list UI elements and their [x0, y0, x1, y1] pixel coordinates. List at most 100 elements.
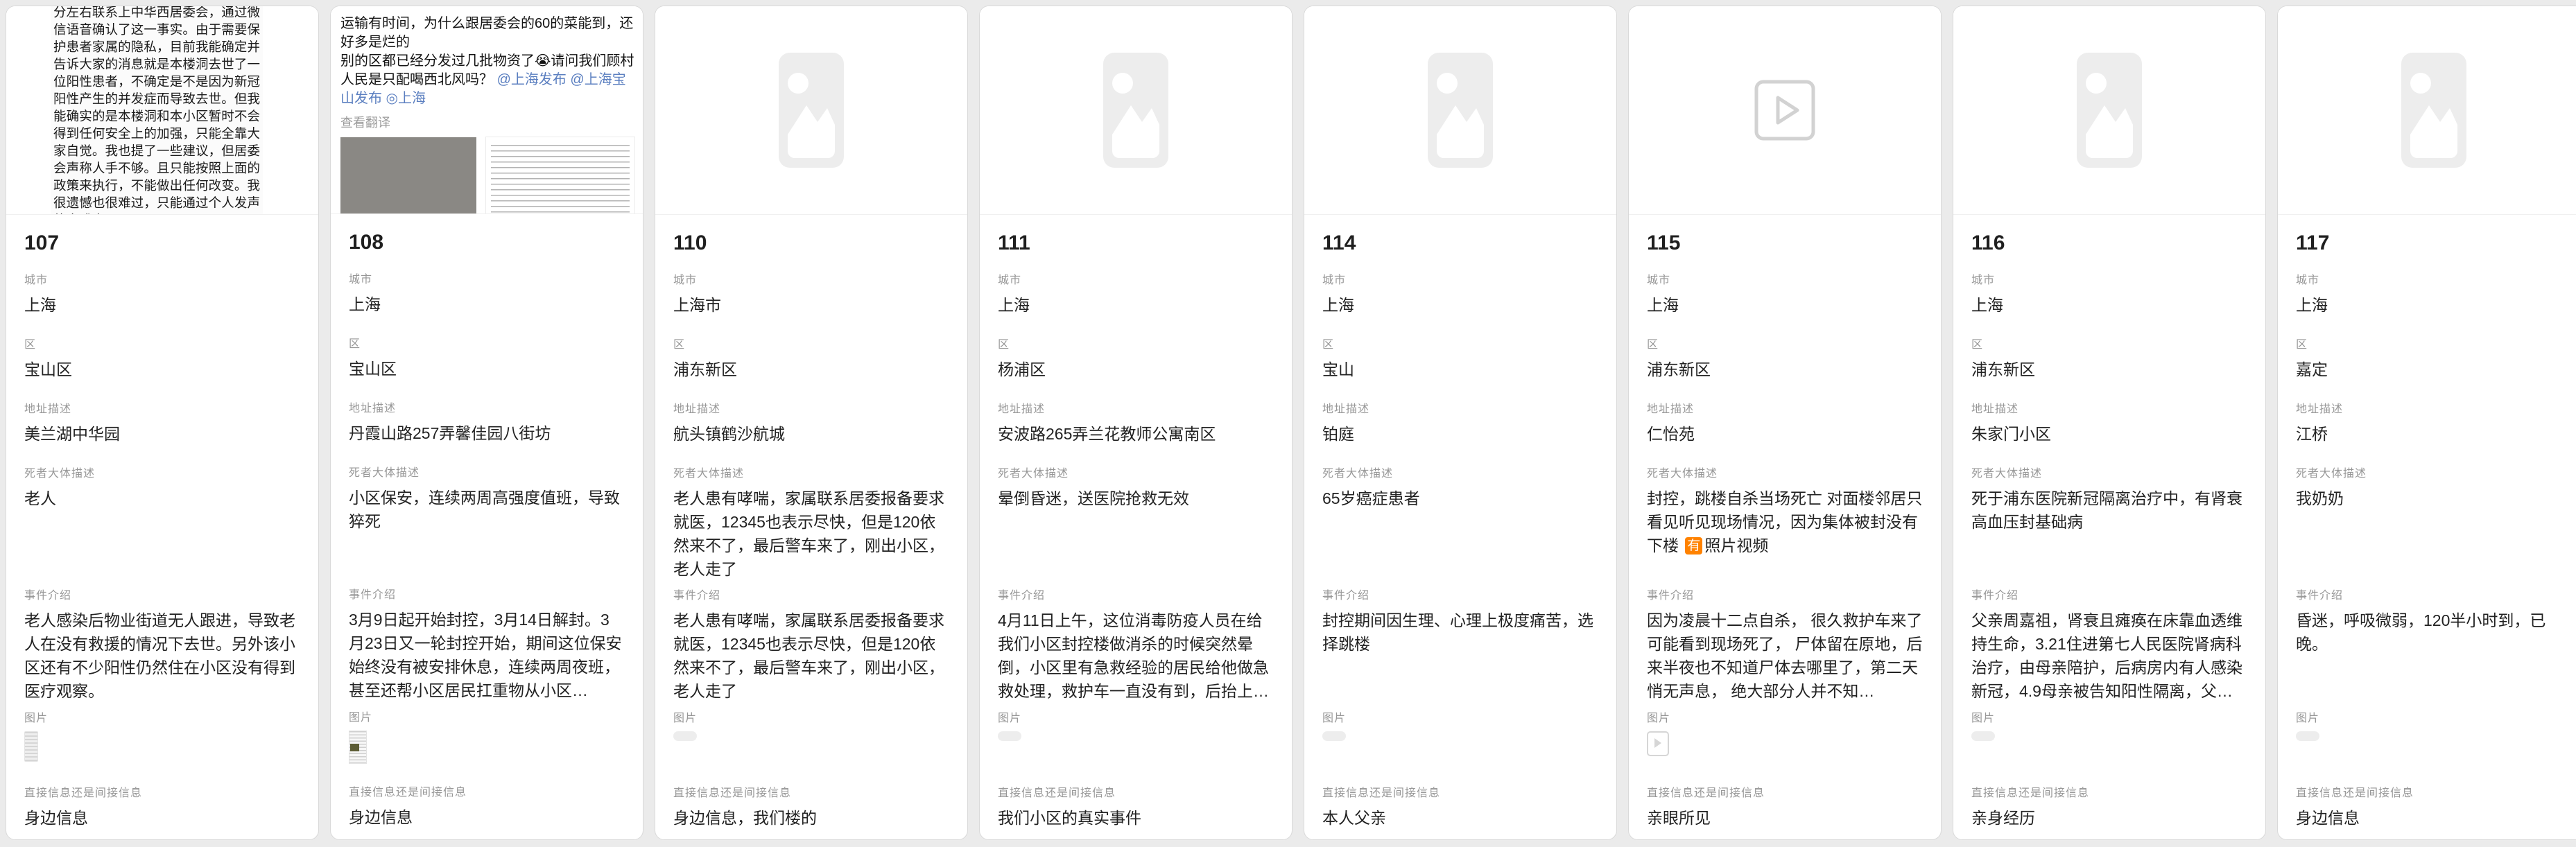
field-victim: 死者大体描述 老人患有哮喘，家属联系居委报备要求就医，12345也表示尽快，但是… [673, 464, 949, 586]
source-label: 直接信息还是间接信息 [1322, 783, 1598, 800]
event-label: 事件介绍 [1322, 586, 1598, 602]
field-victim: 死者大体描述 我奶奶 [2296, 464, 2572, 586]
address-label: 地址描述 [2296, 399, 2572, 416]
cover-text-screenshot: 分左右联系上中华西居委会，通过微信语音确认了这一事实。由于需要保护患者家属的隐私… [51, 6, 263, 215]
card-body: 116 城市 上海 区 浦东新区 地址描述 朱家门小区 死者大体描述 死于浦东医… [1953, 215, 2265, 839]
gallery-board: 分左右联系上中华西居委会，通过微信语音确认了这一事实。由于需要保护患者家属的隐私… [0, 0, 2576, 840]
record-card[interactable]: 111 城市 上海 区 杨浦区 地址描述 安波路265弄兰花教师公寓南区 死者大… [979, 6, 1293, 840]
field-district: 区 浦东新区 [1647, 335, 1923, 399]
card-cover [1629, 6, 1941, 215]
field-city: 城市 上海 [998, 270, 1274, 335]
source-label: 直接信息还是间接信息 [2296, 783, 2572, 800]
attachment-area [1971, 731, 2247, 765]
field-event: 事件介绍 昏迷，呼吸微弱，120半小时到，已晚。 [2296, 586, 2572, 708]
field-address: 地址描述 铂庭 [1322, 399, 1598, 464]
victim-value: 封控，跳楼自杀当场死亡 对面楼邻居只看见听见现场情况，因为集体被封没有下楼 有照… [1647, 487, 1923, 557]
post-media-row [340, 137, 634, 214]
address-label: 地址描述 [349, 399, 625, 415]
record-card[interactable]: 110 城市 上海市 区 浦东新区 地址描述 航头镇鹤沙航城 死者大体描述 老人… [655, 6, 968, 840]
record-card[interactable]: 114 城市 上海 区 宝山 地址描述 铂庭 死者大体描述 65岁癌症患者 事件… [1304, 6, 1617, 840]
card-body: 108 城市 上海 区 宝山区 地址描述 丹霞山路257弄馨佳园八街坊 死者大体… [331, 214, 643, 839]
record-card[interactable]: 分左右联系上中华西居委会，通过微信语音确认了这一事实。由于需要保护患者家属的隐私… [6, 6, 319, 840]
address-label: 地址描述 [24, 399, 300, 416]
image-label: 图片 [1971, 708, 2247, 725]
attachment-thumbnail[interactable] [24, 731, 38, 762]
victim-value: 晕倒昏迷，送医院抢救无效 [998, 487, 1274, 510]
post-mentions: @上海发布 @上海宝山发布 ◎上海 [340, 72, 626, 106]
field-district: 区 浦东新区 [1971, 335, 2247, 399]
record-card[interactable]: 116 城市 上海 区 浦东新区 地址描述 朱家门小区 死者大体描述 死于浦东医… [1953, 6, 2266, 840]
attachment-thumbnail[interactable] [349, 731, 367, 764]
source-label: 直接信息还是间接信息 [998, 783, 1274, 800]
attachment-thumbnail[interactable] [1322, 731, 1346, 741]
card-body: 107 城市 上海 区 宝山区 地址描述 美兰湖中华园 死者大体描述 老人 事件… [6, 215, 318, 839]
event-label: 事件介绍 [349, 585, 625, 602]
address-value: 铂庭 [1322, 422, 1598, 446]
post-text: 运输有时间，为什么跟居委会的60的菜能到，还好多是烂的 [340, 15, 634, 52]
district-value: 浦东新区 [1647, 358, 1923, 381]
source-label: 直接信息还是间接信息 [349, 783, 625, 799]
field-event: 事件介绍 老人感染后物业街道无人跟进，导致老人在没有救援的情况下去世。另外该小区… [24, 586, 300, 708]
city-value: 上海 [1971, 293, 2247, 317]
attachment-thumbnail[interactable] [673, 731, 697, 741]
district-label: 区 [24, 335, 300, 351]
attachment-area [349, 731, 625, 764]
field-district: 区 宝山区 [349, 334, 625, 399]
card-cover [2278, 6, 2576, 215]
city-label: 城市 [349, 270, 625, 286]
image-placeholder-icon [2077, 53, 2142, 168]
field-city: 城市 上海 [1647, 270, 1923, 335]
attachment-thumbnail[interactable] [1647, 731, 1669, 756]
city-value: 上海 [349, 292, 625, 316]
field-address: 地址描述 朱家门小区 [1971, 399, 2247, 464]
district-value: 宝山 [1322, 358, 1598, 381]
event-value: 老人感染后物业街道无人跟进，导致老人在没有救援的情况下去世。另外该小区还有不少阳… [24, 609, 300, 703]
attachment-area [2296, 731, 2572, 765]
event-label: 事件介绍 [24, 586, 300, 602]
source-label: 直接信息还是间接信息 [1971, 783, 2247, 800]
field-district: 区 宝山 [1322, 335, 1598, 399]
field-victim: 死者大体描述 死于浦东医院新冠隔离治疗中，有肾衰高血压封基础病 [1971, 464, 2247, 586]
record-number: 116 [1971, 232, 2247, 255]
event-label: 事件介绍 [998, 586, 1274, 602]
city-label: 城市 [673, 270, 949, 287]
attachment-area [1647, 731, 1923, 765]
field-image: 图片 [998, 708, 1274, 783]
record-number: 114 [1322, 232, 1598, 255]
address-value: 丹霞山路257弄馨佳园八街坊 [349, 421, 625, 445]
attachment-thumbnail[interactable] [998, 731, 1021, 741]
address-value: 江桥 [2296, 422, 2572, 446]
victim-value: 死于浦东医院新冠隔离治疗中，有肾衰高血压封基础病 [1971, 487, 2247, 534]
source-value: 亲身经历 [1971, 806, 2247, 830]
record-card[interactable]: 运输有时间，为什么跟居委会的60的菜能到，还好多是烂的别的区都已经分发过几批物资… [330, 6, 643, 840]
attachment-thumbnail[interactable] [1971, 731, 1995, 741]
victim-value: 65岁癌症患者 [1322, 487, 1598, 510]
address-label: 地址描述 [1322, 399, 1598, 416]
image-label: 图片 [1322, 708, 1598, 725]
district-value: 浦东新区 [1971, 358, 2247, 381]
card-cover [980, 6, 1292, 215]
image-placeholder-icon [779, 53, 844, 168]
event-value: 父亲周嘉祖，肾衰且瘫痪在床靠血透维持生命，3.21住进第七人民医院肾病科治疗，由… [1971, 609, 2247, 703]
source-value: 亲眼所见 [1647, 806, 1923, 830]
field-city: 城市 上海 [1322, 270, 1598, 335]
event-value: 3月9日起开始封控，3月14日解封。3月23日又一轮封控开始，期间这位保安始终没… [349, 608, 625, 702]
city-value: 上海 [1647, 293, 1923, 317]
field-image: 图片 [673, 708, 949, 783]
field-source: 直接信息还是间接信息 亲身经历 [1971, 783, 2247, 839]
card-cover [655, 6, 967, 215]
victim-label: 死者大体描述 [1322, 464, 1598, 480]
cabbage-photo [340, 137, 476, 214]
image-placeholder-icon [2401, 53, 2466, 168]
post-text-2: 别的区都已经分发过几批物资了😭请问我们顾村人民是只配喝西北风吗？ @上海发布 @… [340, 52, 634, 108]
event-value: 老人患有哮喘，家属联系居委报备要求就医，12345也表示尽快，但是120依然来不… [673, 609, 949, 703]
victim-value: 我奶奶 [2296, 487, 2572, 510]
record-card[interactable]: 115 城市 上海 区 浦东新区 地址描述 仁怡苑 死者大体描述 封控，跳楼自杀… [1628, 6, 1942, 840]
has-media-badge: 有 [1685, 537, 1702, 555]
record-card[interactable]: 117 城市 上海 区 嘉定 地址描述 江桥 死者大体描述 我奶奶 事件介绍 昏… [2277, 6, 2576, 840]
field-district: 区 嘉定 [2296, 335, 2572, 399]
event-value: 因为凌晨十二点自杀， 很久救护车来了可能看到现场死了， 尸体留在原地，后来半夜也… [1647, 609, 1923, 703]
card-body: 114 城市 上海 区 宝山 地址描述 铂庭 死者大体描述 65岁癌症患者 事件… [1304, 215, 1616, 839]
victim-label: 死者大体描述 [24, 464, 300, 480]
attachment-thumbnail[interactable] [2296, 731, 2319, 741]
